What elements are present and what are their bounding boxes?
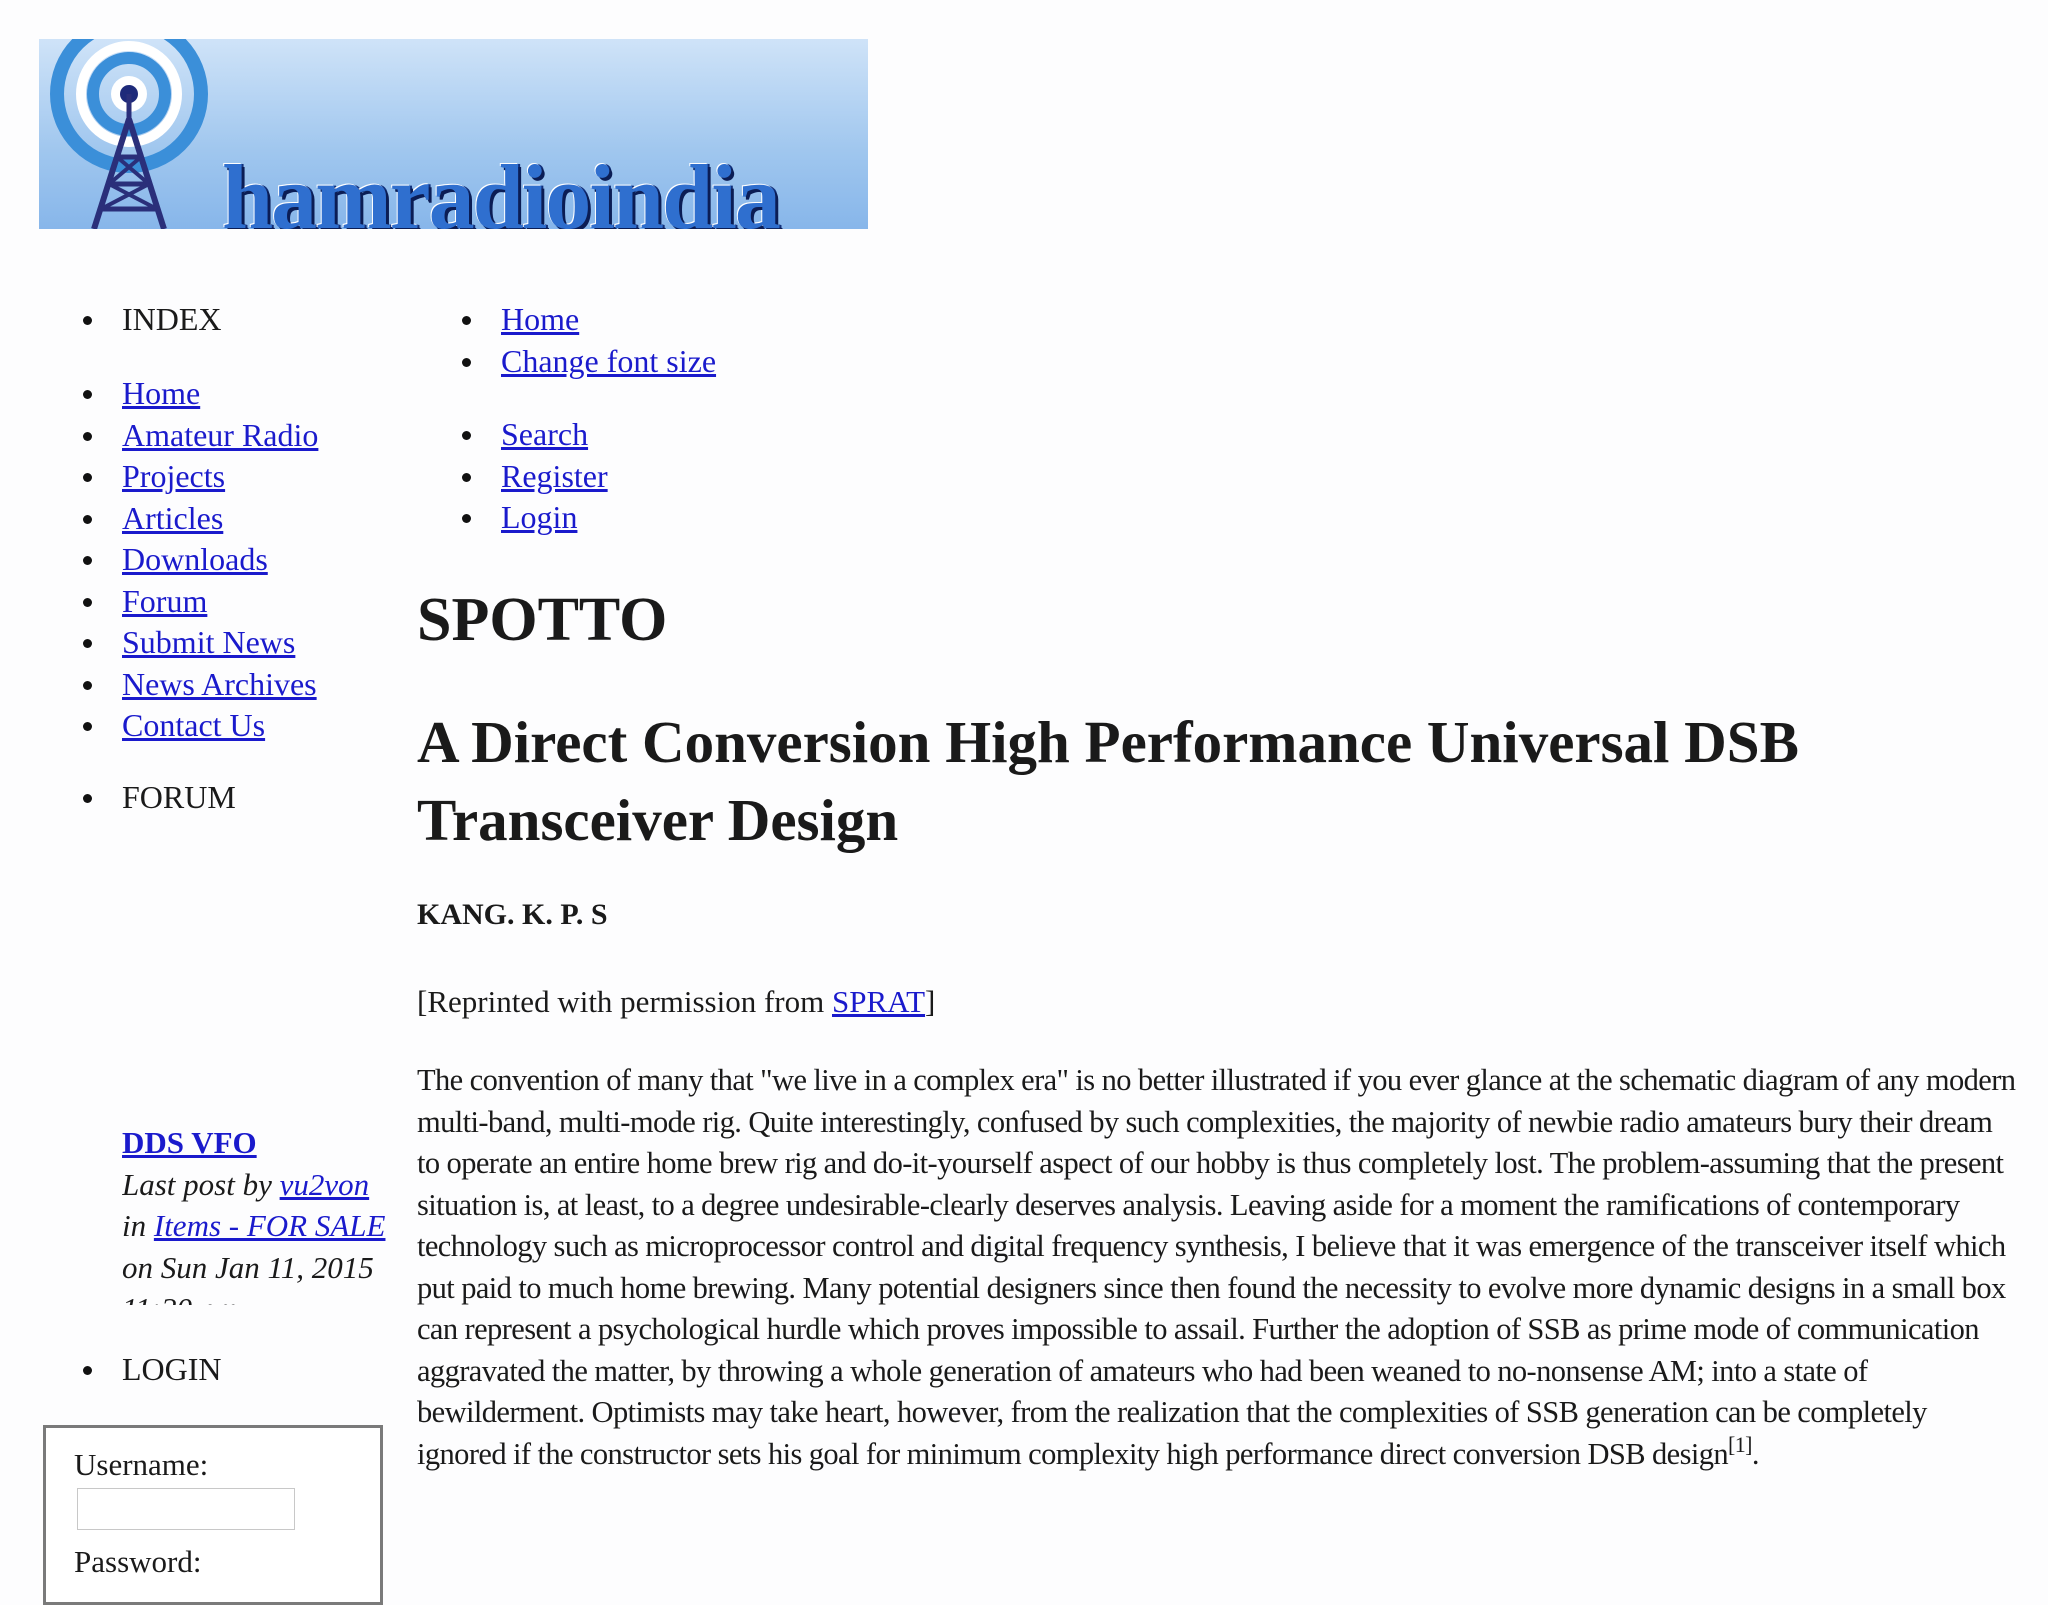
top-nav-item-search: Search xyxy=(462,414,608,456)
sidebar-link-projects[interactable]: Projects xyxy=(122,458,225,494)
top-nav-item-home: Home xyxy=(462,299,716,341)
register-link[interactable]: Register xyxy=(501,458,608,494)
sidebar-item-forum: Forum xyxy=(83,581,318,623)
sidebar-link-news-archives[interactable]: News Archives xyxy=(122,666,317,702)
article-author: KANG. K. P. S xyxy=(417,898,608,931)
top-nav-primary: Home Change font size xyxy=(462,299,716,382)
sprat-link[interactable]: SPRAT xyxy=(832,984,925,1019)
sidebar-link-articles[interactable]: Articles xyxy=(122,500,223,536)
article-body-end: . xyxy=(1751,1436,1760,1471)
login-link[interactable]: Login xyxy=(501,499,577,535)
forum-topic-link[interactable]: DDS VFO xyxy=(122,1125,257,1160)
sidebar-forum-section: FORUM xyxy=(83,777,236,819)
sidebar-item-home: Home xyxy=(83,373,318,415)
username-label: Username: xyxy=(74,1447,209,1482)
forum-board-link[interactable]: Items - FOR SALE xyxy=(154,1208,386,1243)
top-nav-user: Search Register Login xyxy=(462,414,608,539)
post-author-link[interactable]: vu2von xyxy=(280,1167,370,1202)
article-subtitle: A Direct Conversion High Performance Uni… xyxy=(417,709,1799,853)
forum-last-post: DDS VFO Last post by vu2von in Items - F… xyxy=(122,1122,402,1305)
reprint-note: [Reprinted with permission from SPRAT] xyxy=(417,984,935,1020)
sidebar-login-heading: LOGIN xyxy=(83,1349,222,1391)
last-post-label: Last post by xyxy=(122,1166,272,1202)
site-name-logo: hamradioindia xyxy=(222,146,781,229)
sidebar-forum-heading: FORUM xyxy=(83,777,236,819)
password-label: Password: xyxy=(74,1544,202,1579)
change-font-size-link[interactable]: Change font size xyxy=(501,343,716,379)
sidebar-link-contact-us[interactable]: Contact Us xyxy=(122,707,265,743)
radio-tower-icon xyxy=(50,39,208,229)
reprint-prefix: [Reprinted with permission from xyxy=(417,984,832,1019)
footnote-ref[interactable]: [1] xyxy=(1728,1432,1752,1457)
article-body-text: The convention of many that "we live in … xyxy=(417,1063,2016,1471)
post-date: on Sun Jan 11, 2015 11:20 pm xyxy=(122,1249,374,1306)
top-nav-link-home[interactable]: Home xyxy=(501,301,579,337)
sidebar-item-contact-us: Contact Us xyxy=(83,705,318,747)
sidebar-link-downloads[interactable]: Downloads xyxy=(122,541,268,577)
article-title: SPOTTO xyxy=(417,586,668,654)
sidebar-item-downloads: Downloads xyxy=(83,539,318,581)
article-body: The convention of many that "we live in … xyxy=(417,1060,2017,1475)
sidebar-login-section: LOGIN xyxy=(83,1349,222,1391)
top-nav-item-login: Login xyxy=(462,497,608,539)
sidebar-link-home[interactable]: Home xyxy=(122,375,200,411)
search-link[interactable]: Search xyxy=(501,416,588,452)
username-input[interactable] xyxy=(77,1488,295,1530)
sidebar-item-projects: Projects xyxy=(83,456,318,498)
sidebar-item-articles: Articles xyxy=(83,498,318,540)
sidebar-link-amateur-radio[interactable]: Amateur Radio xyxy=(122,417,318,453)
sidebar-link-forum[interactable]: Forum xyxy=(122,583,207,619)
sidebar-item-news-archives: News Archives xyxy=(83,664,318,706)
site-banner[interactable]: hamradioindia xyxy=(39,39,868,229)
post-in-label: in xyxy=(122,1208,147,1243)
reprint-suffix: ] xyxy=(925,984,936,1019)
top-nav-item-register: Register xyxy=(462,456,608,498)
sidebar-item-amateur-radio: Amateur Radio xyxy=(83,415,318,457)
sidebar-nav: Home Amateur Radio Projects Articles Dow… xyxy=(83,373,318,747)
sidebar-item-submit-news: Submit News xyxy=(83,622,318,664)
top-nav-item-font-size: Change font size xyxy=(462,341,716,383)
sidebar-index-section: INDEX xyxy=(83,299,222,341)
login-form: Username: Password: xyxy=(43,1425,383,1605)
sidebar-index-heading: INDEX xyxy=(83,299,222,341)
sidebar-link-submit-news[interactable]: Submit News xyxy=(122,624,295,660)
